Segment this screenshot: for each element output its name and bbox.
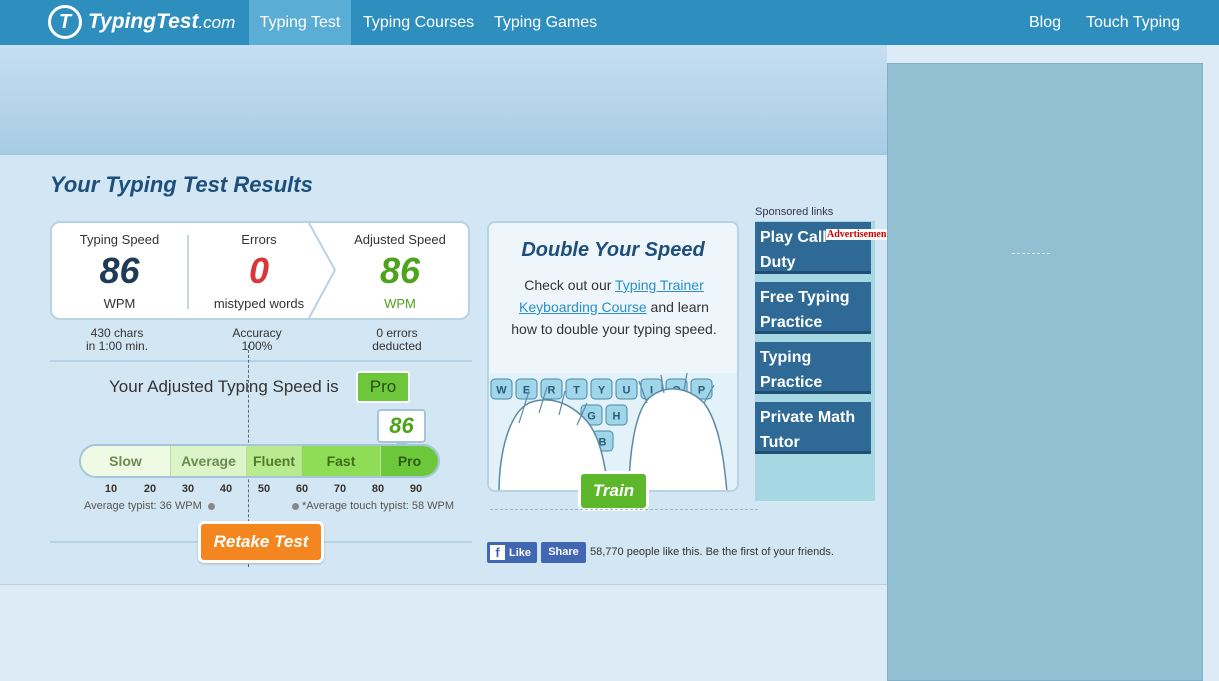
scale-tick: 50 [257, 483, 271, 495]
promo-text: Check out our Typing Trainer Keyboarding… [511, 277, 717, 337]
promo-divider [490, 509, 758, 510]
accuracy-summary: Accuracy 100% [212, 327, 302, 353]
average-typist-dot [208, 503, 215, 510]
nav-typing-test[interactable]: Typing Test [249, 0, 351, 45]
nav-typing-courses[interactable]: Typing Courses [363, 0, 474, 45]
sponsored-link-typing-practice[interactable]: Typing Practice [755, 342, 871, 394]
top-nav: T TypingTest.com Typing Test Typing Cour… [0, 0, 1219, 45]
speed-scale: Slow Average Fluent Fast Pro [79, 444, 440, 478]
logo-name: TypingTest [88, 10, 199, 33]
page-title: Your Typing Test Results [50, 172, 313, 197]
lower-band [0, 585, 887, 681]
double-speed-promo: Double Your Speed Check out our Typing T… [487, 221, 739, 492]
scale-segment-fluent: Fluent [247, 446, 302, 476]
sponsored-link-free-typing[interactable]: Free Typing Practice [755, 282, 871, 334]
keyboard-key-label: E [523, 385, 530, 397]
logo-icon: T [48, 5, 82, 39]
speed-marker: 86 [377, 409, 426, 443]
typing-speed-stat: Typing Speed 86 WPM [52, 223, 187, 318]
scale-tick: 80 [371, 483, 385, 495]
scale-tick: 60 [295, 483, 309, 495]
adjusted-speed-unit: WPM [384, 296, 416, 311]
average-typist-note: Average typist: 36 WPM [84, 500, 202, 512]
right-ad-panel[interactable] [887, 63, 1203, 681]
adjusted-speed-text: Your Adjusted Typing Speed is [109, 377, 339, 396]
typing-speed-value: 86 [99, 250, 140, 291]
promo-title: Double Your Speed [521, 239, 705, 261]
errors-summary: 0 errors deducted [352, 327, 442, 353]
touch-typist-note: *Average touch typist: 58 WPM [302, 500, 455, 512]
facebook-like-button[interactable]: f Like [487, 542, 537, 563]
accuracy-value: 100% [241, 339, 273, 353]
keyboard-key-label: P [698, 385, 705, 397]
sponsored-label: Sponsored links [755, 206, 834, 218]
train-button[interactable]: Train [578, 471, 649, 511]
keyboard-key-label: G [587, 411, 596, 423]
touch-typist-dot [292, 503, 299, 510]
scale-tick: 40 [219, 483, 233, 495]
adjusted-speed-value: 86 [379, 250, 421, 291]
scale-tick: 30 [181, 483, 195, 495]
keyboard-key-label: W [496, 385, 507, 397]
facebook-icon: f [490, 545, 505, 560]
typing-speed-label: Typing Speed [79, 232, 160, 247]
divider [50, 360, 472, 362]
nav-blog[interactable]: Blog [1029, 0, 1061, 45]
advertisement-tag: Advertisemen [826, 229, 888, 240]
keyboard-key-label: T [573, 385, 580, 397]
keyboard-key-label: H [613, 411, 621, 423]
scale-segment-fast: Fast [302, 446, 381, 476]
scale-tick: 70 [333, 483, 347, 495]
chars-time: in 1:00 min. [85, 339, 149, 353]
banner-ad-area [0, 45, 887, 155]
errors-deducted: deducted [372, 339, 422, 353]
adjusted-speed-stat: Adjusted Speed 86 WPM [330, 223, 470, 318]
scale-tick: 90 [409, 483, 423, 495]
site-logo[interactable]: T TypingTest.com [48, 5, 235, 39]
scale-tick: 20 [143, 483, 157, 495]
facebook-share-button[interactable]: Share [541, 542, 586, 563]
nav-touch-typing[interactable]: Touch Typing [1086, 0, 1180, 45]
keyboarding-course-link[interactable]: Keyboarding Course [519, 299, 647, 315]
scale-tick: 10 [104, 483, 118, 495]
nav-typing-games[interactable]: Typing Games [494, 0, 597, 45]
scale-segment-pro: Pro [381, 446, 438, 476]
typing-trainer-link[interactable]: Typing Trainer [615, 277, 704, 293]
facebook-like-count: 58,770 people like this. Be the first of… [590, 546, 834, 558]
logo-domain: .com [198, 13, 236, 32]
typing-speed-unit: WPM [103, 296, 136, 311]
level-badge: Pro [356, 371, 410, 403]
scale-segment-slow: Slow [81, 446, 171, 476]
keyboard-key-label: Y [598, 385, 606, 397]
chars-summary: 430 chars in 1:00 min. [72, 327, 162, 353]
ad-placeholder-dash [1012, 253, 1050, 255]
scale-segment-average: Average [171, 446, 247, 476]
retake-test-button[interactable]: Retake Test [198, 521, 324, 563]
adjusted-speed-label: Adjusted Speed [354, 232, 446, 247]
sponsored-link-math-tutor[interactable]: Private Math Tutor [755, 402, 871, 454]
results-card: Typing Speed 86 WPM Errors 0 mistyped wo… [50, 221, 470, 320]
keyboard-key-label: U [623, 385, 631, 397]
keyboard-key-label: R [548, 385, 556, 397]
main-band [0, 155, 887, 585]
